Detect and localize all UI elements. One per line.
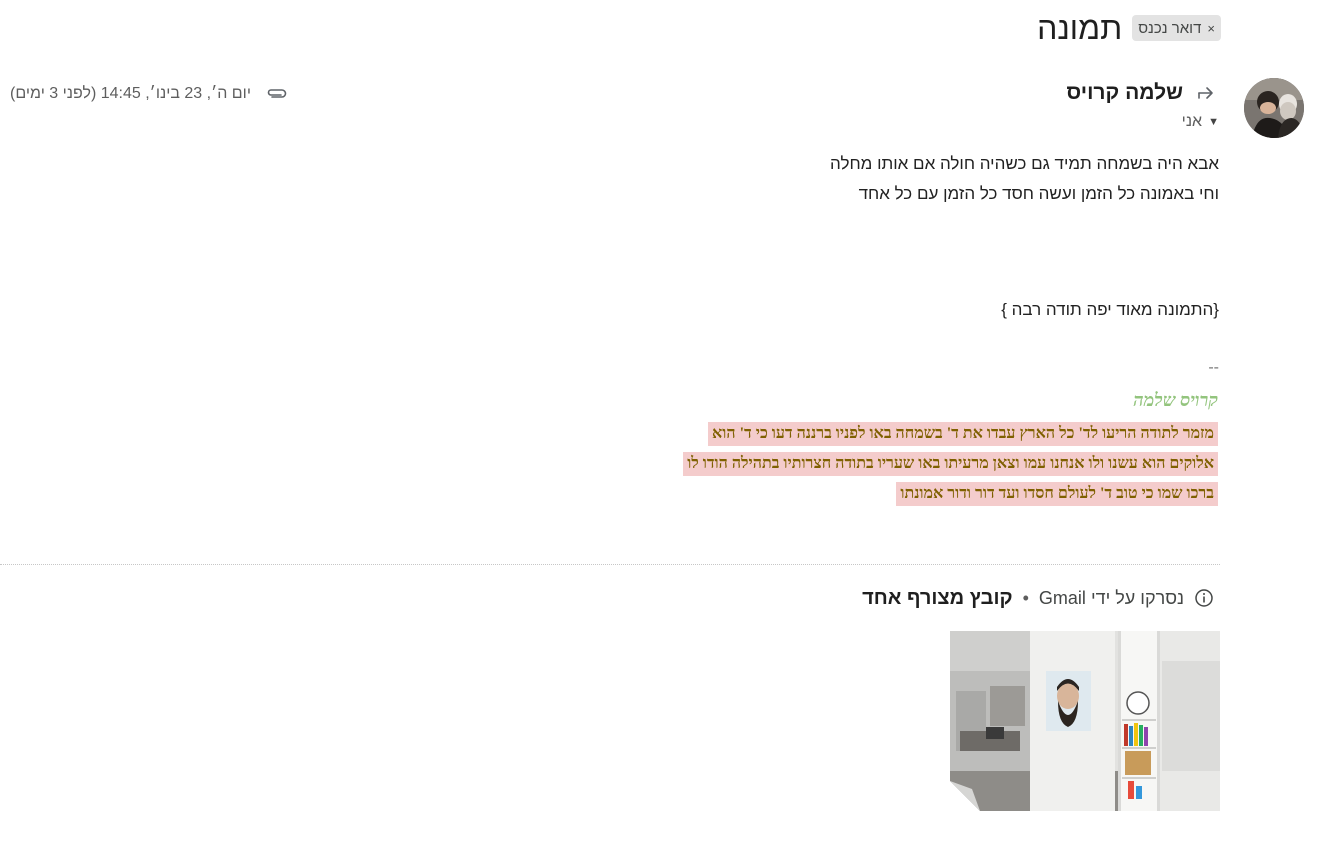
caret-down-icon[interactable]: ▼ bbox=[1208, 116, 1219, 128]
subject-row: תמונה דואר נכנס × bbox=[1037, 8, 1221, 48]
email-subject: תמונה bbox=[1037, 10, 1123, 46]
recipient-label: אני bbox=[1181, 113, 1203, 130]
signature-separator: -- bbox=[1208, 359, 1219, 376]
label-chip-inbox[interactable]: דואר נכנס × bbox=[1132, 15, 1221, 41]
signature-line-2: אלוקים הוא עשנו ולו אנחנו עמו וצאן מרעית… bbox=[683, 452, 1218, 476]
attachments-divider bbox=[0, 564, 1220, 565]
sender-avatar[interactable] bbox=[1244, 78, 1304, 138]
label-chip-text: דואר נכנס bbox=[1138, 19, 1202, 37]
body-line-2: וחי באמונה כל הזמן ועשה חסד כל הזמן עם כ… bbox=[858, 184, 1219, 203]
attachment-image bbox=[950, 631, 1220, 811]
attachments-header: קובץ מצורף אחד • נסרקו על ידי Gmail bbox=[862, 584, 1214, 612]
sender-name[interactable]: שלמה קרויס bbox=[1066, 81, 1183, 105]
body-line-3: {התמונה מאוד יפה תודה רבה } bbox=[1001, 300, 1219, 319]
attachment-thumbnail[interactable] bbox=[950, 631, 1220, 811]
scan-notice: נסרקו על ידי Gmail bbox=[1038, 587, 1184, 608]
recipient-row[interactable]: אני ▼ bbox=[1182, 113, 1219, 131]
signature-name: קרויס שלמה bbox=[1133, 390, 1218, 410]
message-date[interactable]: יום ה׳, 23 בינו׳, 14:45 (לפני 3 ימים) bbox=[10, 85, 251, 103]
separator-dot: • bbox=[1022, 587, 1029, 608]
info-icon[interactable] bbox=[1194, 588, 1214, 608]
attachment-count: קובץ מצורף אחד bbox=[862, 586, 1013, 609]
reply-icon[interactable] bbox=[1195, 81, 1219, 105]
avatar-image bbox=[1244, 78, 1304, 138]
message-meta: יום ה׳, 23 בינו׳, 14:45 (לפני 3 ימים) bbox=[10, 82, 289, 106]
sender-row: שלמה קרויס bbox=[1066, 80, 1219, 106]
signature-line-1: מזמר לתודה הריעו לד' כל הארץ עבדו את ד' … bbox=[708, 422, 1218, 446]
paperclip-icon bbox=[265, 82, 289, 106]
body-line-1: אבא היה בשמחה תמיד גם כשהיה חולה אם אותו… bbox=[830, 154, 1219, 173]
remove-label-icon[interactable]: × bbox=[1207, 21, 1215, 36]
signature-line-3: ברכו שמו כי טוב ד' לעולם חסדו ועד דור וד… bbox=[896, 482, 1218, 506]
